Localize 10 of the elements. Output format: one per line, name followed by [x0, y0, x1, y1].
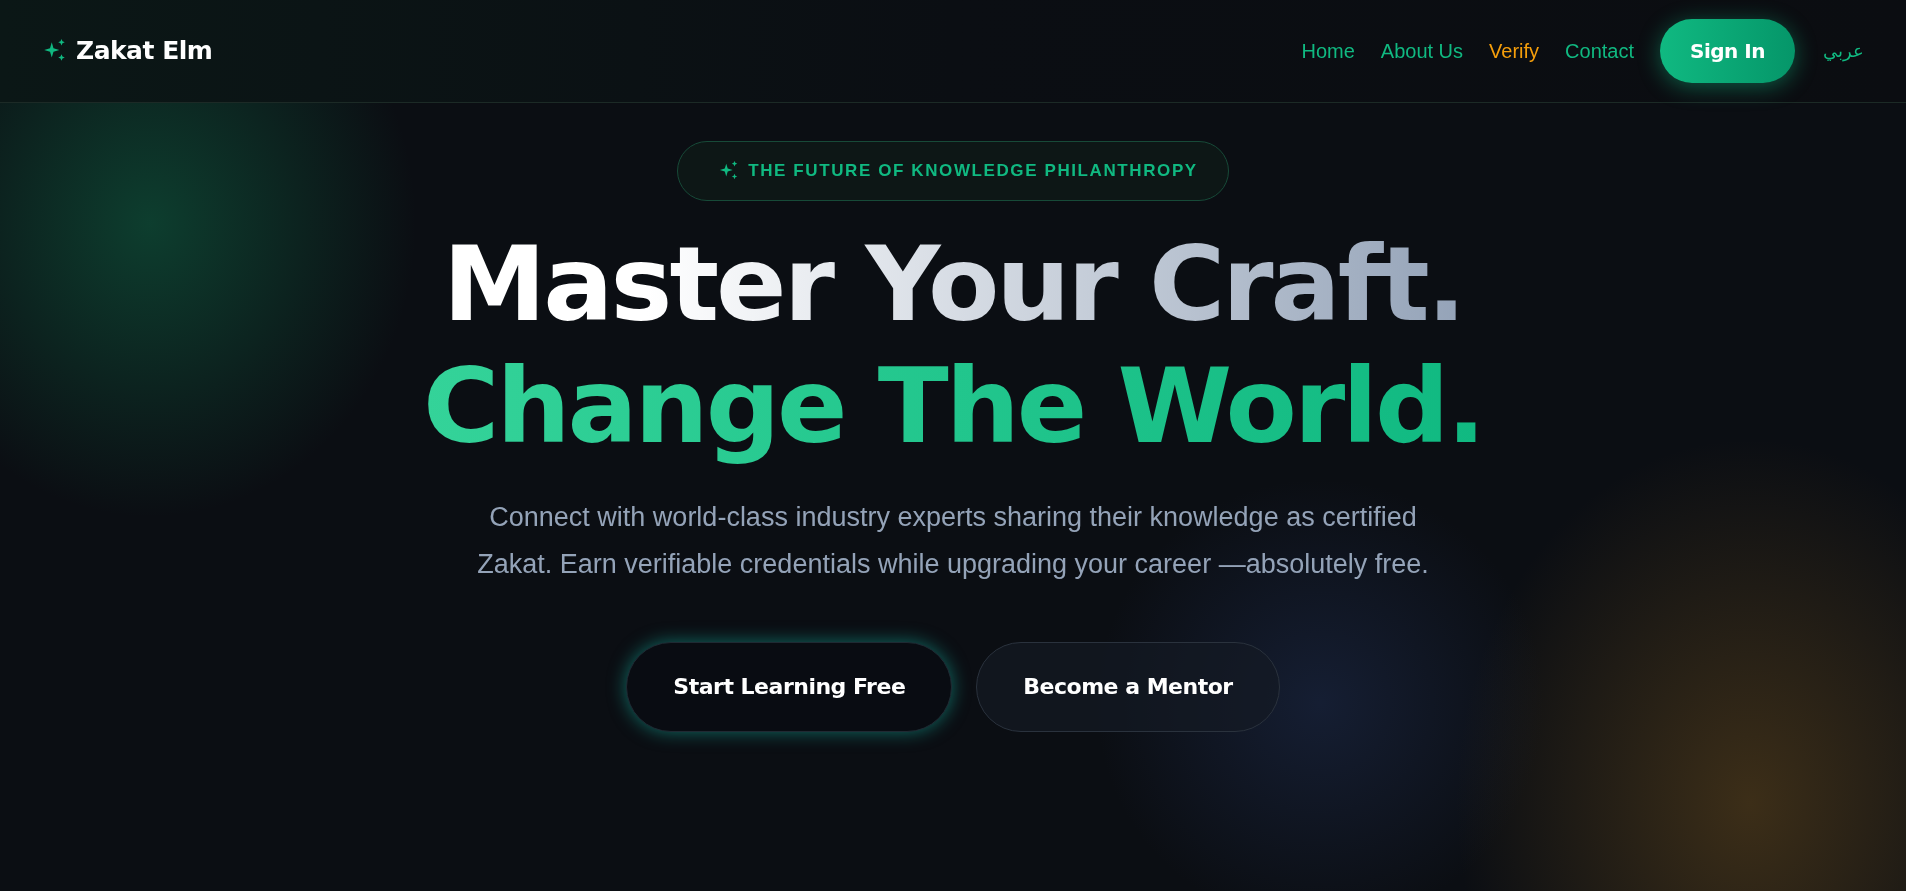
hero-description: Connect with world-class industry experts sharing their knowledge as certified Zakat. Earn verifiable credentials while upgrading your career —absolutely free.	[476, 500, 1430, 581]
become-mentor-button[interactable]: Become a Mentor	[976, 641, 1280, 732]
start-learning-button[interactable]: Start Learning Free	[626, 641, 953, 732]
language-link[interactable]: عربي	[1823, 37, 1864, 65]
nav-link[interactable]: About Us	[1380, 36, 1464, 66]
brand-name[interactable]: Zakat Elm	[76, 32, 213, 70]
nav-link[interactable]: Contact	[1565, 36, 1635, 66]
nav-link[interactable]: Home	[1301, 36, 1355, 66]
tagline-text: THE FUTURE OF KNOWLEDGE PHILANTHROPY	[748, 160, 1198, 182]
nav-link[interactable]: Verify	[1489, 36, 1540, 66]
